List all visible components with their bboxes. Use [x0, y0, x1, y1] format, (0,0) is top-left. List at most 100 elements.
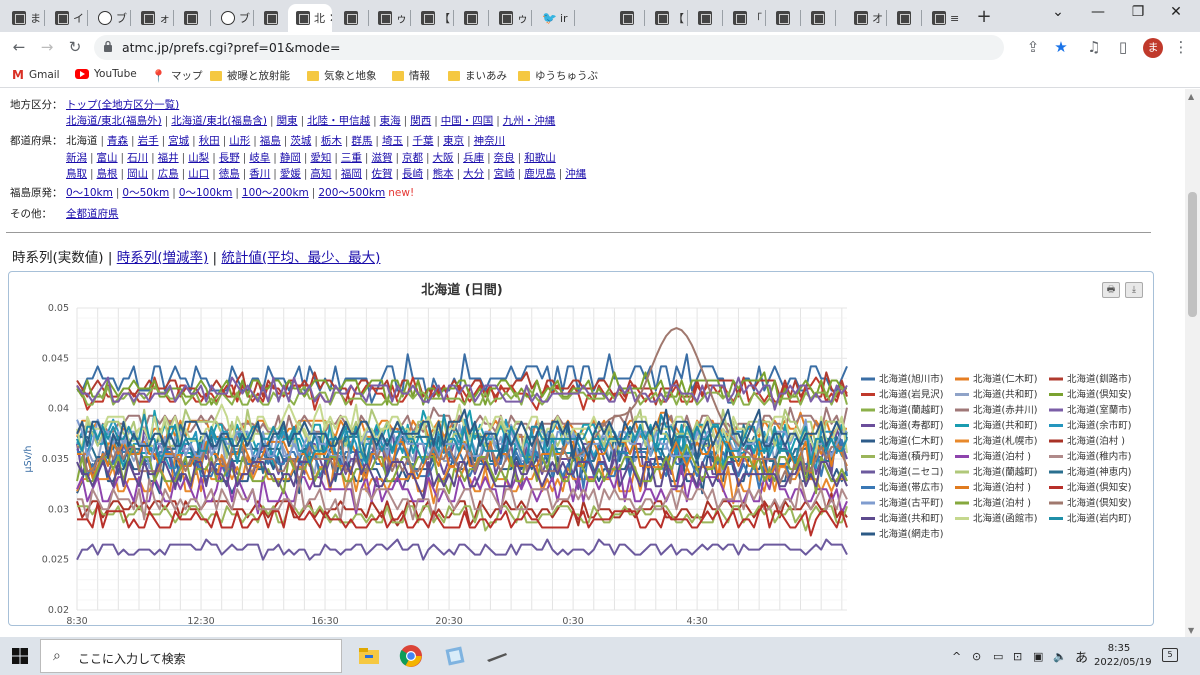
- nav-link[interactable]: 岐阜: [249, 152, 270, 164]
- nav-link[interactable]: 兵庫: [463, 152, 484, 164]
- bookmark-item[interactable]: ゆうちゅうぶ: [518, 68, 598, 83]
- nav-link[interactable]: 鳥取: [66, 168, 87, 180]
- tab[interactable]: [176, 4, 208, 32]
- tray-overflow-icon[interactable]: ^: [952, 650, 961, 663]
- nav-link[interactable]: 東海: [380, 115, 401, 127]
- nav-link[interactable]: 埼玉: [382, 135, 403, 147]
- nav-link[interactable]: 大阪: [433, 152, 454, 164]
- nav-link[interactable]: 愛知: [310, 152, 331, 164]
- nav-link[interactable]: 0〜100km: [179, 187, 233, 199]
- nav-link[interactable]: 0〜50km: [122, 187, 169, 199]
- nav-link[interactable]: 和歌山: [524, 152, 556, 164]
- nav-link[interactable]: 関東: [277, 115, 298, 127]
- profile-avatar[interactable]: ま: [1143, 38, 1163, 58]
- tab[interactable]: ゥ: [491, 4, 529, 32]
- nav-link[interactable]: 秋田: [199, 135, 220, 147]
- network-icon[interactable]: ▣: [1033, 650, 1043, 663]
- nav-link[interactable]: 0〜10km: [66, 187, 113, 199]
- legend-item[interactable]: 北海道(蘭越町): [879, 404, 943, 416]
- nav-link[interactable]: 熊本: [433, 168, 454, 180]
- legend-item[interactable]: 北海道(積丹町): [879, 451, 943, 463]
- nav-link[interactable]: 神奈川: [474, 135, 506, 147]
- new-tab-button[interactable]: +: [974, 6, 994, 27]
- nav-link[interactable]: 北海道/東北(福島外): [66, 115, 162, 127]
- nav-link[interactable]: 北海道/東北(福島含): [171, 115, 267, 127]
- tab[interactable]: [803, 4, 833, 32]
- nav-link[interactable]: 200〜500km: [318, 187, 385, 199]
- legend-item[interactable]: 北海道(倶知安): [1067, 497, 1131, 509]
- nav-link[interactable]: 徳島: [219, 168, 240, 180]
- nav-link[interactable]: 福井: [158, 152, 179, 164]
- nav-link[interactable]: 岩手: [138, 135, 159, 147]
- bookmark-item[interactable]: YouTube: [75, 68, 137, 80]
- nav-link[interactable]: 宮崎: [494, 168, 515, 180]
- legend-item[interactable]: 北海道(室蘭市): [1067, 404, 1131, 416]
- media-control-icon[interactable]: ♫: [1085, 38, 1103, 56]
- nav-link[interactable]: 山口: [188, 168, 209, 180]
- nav-link[interactable]: 東京: [443, 135, 464, 147]
- tab[interactable]: ブ: [213, 4, 251, 32]
- close-window-button[interactable]: ✕: [1161, 4, 1191, 20]
- bookmark-item[interactable]: 気象と地象: [307, 68, 377, 83]
- nav-link[interactable]: 山梨: [188, 152, 209, 164]
- legend-item[interactable]: 北海道(釧路市): [1067, 373, 1131, 385]
- nav-link[interactable]: 茨城: [290, 135, 311, 147]
- legend-item[interactable]: 北海道(網走市): [879, 528, 943, 540]
- region-top-link[interactable]: トップ(全地方区分一覧): [66, 99, 179, 111]
- nav-link[interactable]: 千葉: [413, 135, 434, 147]
- legend-item[interactable]: 北海道(泊村 ): [1067, 435, 1125, 447]
- side-panel-icon[interactable]: ▯: [1114, 38, 1132, 56]
- pen-app-icon[interactable]: [484, 643, 510, 669]
- tab[interactable]: [336, 4, 366, 32]
- nav-link[interactable]: 岡山: [127, 168, 148, 180]
- legend-item[interactable]: 北海道(倶知安): [1067, 389, 1131, 401]
- legend-item[interactable]: 北海道(倶知安): [1067, 482, 1131, 494]
- lock-icon[interactable]: [103, 40, 113, 52]
- nav-link[interactable]: 福島: [260, 135, 281, 147]
- download-icon[interactable]: ⤓: [1125, 282, 1143, 298]
- print-icon[interactable]: 🖶: [1102, 282, 1120, 298]
- ime-indicator[interactable]: あ: [1075, 647, 1088, 666]
- legend-item[interactable]: 北海道(共和町): [973, 420, 1037, 432]
- reload-icon[interactable]: ↻: [66, 38, 84, 56]
- legend-item[interactable]: 北海道(共和町): [973, 389, 1037, 401]
- app-icon[interactable]: [442, 643, 468, 669]
- tab[interactable]: 🐦 ir: [534, 4, 572, 32]
- legend-item[interactable]: 北海道(旭川市): [879, 373, 943, 385]
- nav-link[interactable]: 九州・沖縄: [503, 115, 556, 127]
- tab[interactable]: [768, 4, 798, 32]
- nav-link[interactable]: 佐賀: [371, 168, 392, 180]
- legend-item[interactable]: 北海道(寿都町): [879, 420, 943, 432]
- tab[interactable]: [612, 4, 642, 32]
- tab[interactable]: ≡: [924, 4, 962, 32]
- volume-icon[interactable]: 🔈: [1053, 650, 1067, 663]
- bookmark-item[interactable]: まいあみ: [448, 68, 507, 83]
- tab[interactable]: オ: [846, 4, 884, 32]
- nav-link[interactable]: 長崎: [402, 168, 423, 180]
- nav-link[interactable]: 大分: [463, 168, 484, 180]
- all-prefs-link[interactable]: 全都道府県: [66, 208, 119, 220]
- bookmark-item[interactable]: 📍 マップ: [151, 68, 202, 83]
- legend-item[interactable]: 北海道(共和町): [879, 513, 943, 525]
- nav-link[interactable]: 島根: [97, 168, 118, 180]
- bookmark-item[interactable]: 被曝と放射能: [210, 68, 290, 83]
- legend-item[interactable]: 北海道(神恵内): [1067, 466, 1131, 478]
- back-icon[interactable]: ←: [10, 38, 28, 56]
- view-tab-statistics[interactable]: 統計値(平均、最少、最大): [221, 250, 380, 266]
- tab[interactable]: ゥ: [370, 4, 408, 32]
- tab[interactable]: ま: [4, 4, 42, 32]
- legend-item[interactable]: 北海道(泊村 ): [973, 451, 1031, 463]
- tab[interactable]: 【: [647, 4, 685, 32]
- nav-link[interactable]: 青森: [107, 135, 128, 147]
- file-explorer-icon[interactable]: [356, 643, 382, 669]
- tab[interactable]: 【: [413, 4, 451, 32]
- legend-item[interactable]: 北海道(札幌市): [973, 435, 1037, 447]
- scrollbar-thumb[interactable]: [1188, 192, 1197, 317]
- legend-item[interactable]: 北海道(仁木町): [973, 373, 1037, 385]
- notification-icon[interactable]: 5: [1162, 648, 1178, 662]
- chrome-icon[interactable]: [398, 643, 424, 669]
- nav-link[interactable]: 100〜200km: [242, 187, 309, 199]
- scroll-down-arrow[interactable]: ▼: [1188, 626, 1194, 635]
- nav-link[interactable]: 静岡: [280, 152, 301, 164]
- tray-app-icon[interactable]: ▭: [993, 650, 1003, 663]
